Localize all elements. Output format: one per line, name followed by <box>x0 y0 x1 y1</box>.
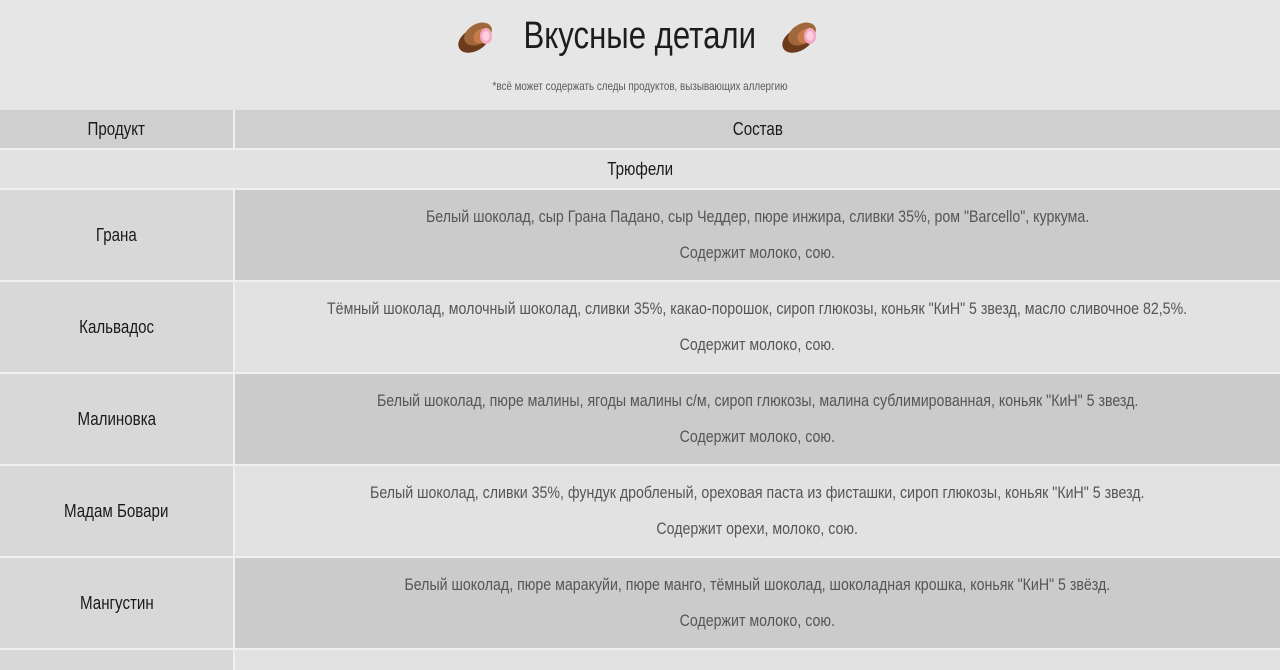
product-composition: Белый шоколад, пюре маракуйи, пюре манго… <box>235 558 1280 650</box>
table-row: Мангустин Белый шоколад, пюре маракуйи, … <box>0 558 1280 650</box>
table-row-partial <box>0 650 1280 670</box>
composition-text: Тёмный шоколад, молочный шоколад, сливки… <box>327 300 1188 318</box>
table-row: Кальвадос Тёмный шоколад, молочный шокол… <box>0 282 1280 374</box>
allergen-text: Содержит молоко, сою. <box>679 428 836 446</box>
product-composition: Белый шоколад, сливки 35%, фундук дробле… <box>235 466 1280 558</box>
table-header-row: Продукт Состав <box>0 110 1280 150</box>
page-header: Вкусные детали *всё может содержать след… <box>0 0 1280 110</box>
product-name: Мадам Бовари <box>0 466 235 558</box>
ingredients-table: Продукт Состав Трюфели Грана Белый шокол… <box>0 110 1280 670</box>
section-row: Трюфели <box>0 150 1280 190</box>
title-row: Вкусные детали <box>0 12 1280 60</box>
product-name: Мангустин <box>0 558 235 650</box>
allergy-note: *всё может содержать следы продуктов, вы… <box>492 79 788 93</box>
composition-text: Белый шоколад, сливки 35%, фундук дробле… <box>370 484 1145 502</box>
product-name: Кальвадос <box>0 282 235 374</box>
column-header-product: Продукт <box>0 110 235 150</box>
allergen-text: Содержит молоко, сою. <box>679 612 836 630</box>
product-name: Малиновка <box>0 374 235 466</box>
column-header-composition: Состав <box>235 110 1280 150</box>
product-name <box>0 650 235 670</box>
composition-text: Белый шоколад, пюре малины, ягоды малины… <box>376 392 1139 410</box>
chocolate-candy-icon <box>782 22 816 53</box>
product-name: Грана <box>0 190 235 282</box>
table-row: Грана Белый шоколад, сыр Грана Падано, с… <box>0 190 1280 282</box>
allergen-text: Содержит молоко, сою. <box>679 336 836 354</box>
composition-text: Белый шоколад, пюре маракуйи, пюре манго… <box>404 576 1111 594</box>
chocolate-candy-icon <box>458 22 493 53</box>
page: Вкусные детали *всё может содержать след… <box>0 0 1280 670</box>
table-row: Малиновка Белый шоколад, пюре малины, яг… <box>0 374 1280 466</box>
product-composition <box>235 650 1280 670</box>
page-title: Вкусные детали <box>523 14 757 57</box>
product-composition: Тёмный шоколад, молочный шоколад, сливки… <box>235 282 1280 374</box>
table-row: Мадам Бовари Белый шоколад, сливки 35%, … <box>0 466 1280 558</box>
product-composition: Белый шоколад, сыр Грана Падано, сыр Чед… <box>235 190 1280 282</box>
section-title: Трюфели <box>0 150 1280 190</box>
allergen-text: Содержит орехи, молоко, сою. <box>656 520 859 538</box>
product-composition: Белый шоколад, пюре малины, ягоды малины… <box>235 374 1280 466</box>
composition-text: Белый шоколад, сыр Грана Падано, сыр Чед… <box>425 208 1090 226</box>
allergen-text: Содержит молоко, сою. <box>679 244 836 262</box>
